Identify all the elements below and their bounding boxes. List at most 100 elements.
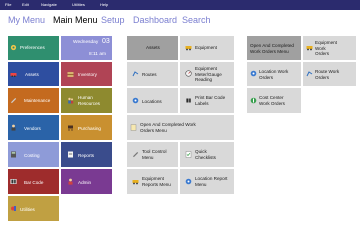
- cost-center-icon: [250, 97, 257, 104]
- cart-icon: [68, 125, 73, 131]
- barcode-icon: [10, 179, 17, 184]
- tile-label: Work: [315, 45, 326, 51]
- tile-label: Menu: [142, 154, 154, 160]
- menu-bar: File Edit Navigate Utilities Help: [0, 0, 360, 10]
- tile-routes[interactable]: Routes: [127, 62, 178, 86]
- tile-label: Print Bar Code: [195, 95, 226, 100]
- menu-file[interactable]: File: [5, 2, 11, 7]
- tab-setup[interactable]: Setup: [101, 15, 125, 26]
- tile-location-report[interactable]: Location Report Menu: [180, 169, 234, 194]
- location-icon: [185, 178, 192, 185]
- tile-locations[interactable]: Locations: [127, 88, 178, 113]
- tab-my-menu[interactable]: My Menu: [8, 15, 45, 26]
- tile-equipment[interactable]: Equipment: [180, 36, 234, 60]
- tile-label: Work Orders Menu: [250, 48, 289, 54]
- tile-inventory[interactable]: Inventory: [61, 62, 112, 86]
- tile-label: Orders: [315, 74, 330, 80]
- vendors-icon: [11, 124, 16, 131]
- tile-label: Admin: [78, 180, 92, 185]
- tile-date-time: Wednesday 03 8:11 am: [61, 36, 112, 60]
- tile-label: Equipment: [315, 40, 337, 45]
- tile-label: Menu: [195, 181, 207, 187]
- tile-label: Maintenance: [24, 98, 51, 103]
- menu-utilities[interactable]: Utilities: [72, 2, 85, 7]
- equipment-icon: [185, 46, 192, 51]
- tile-label: Purchasing: [78, 126, 101, 131]
- tile-label: Assets: [25, 72, 39, 77]
- utilities-icon: [11, 206, 16, 211]
- tile-label: Quick: [195, 149, 207, 154]
- tile-reports[interactable]: Reports: [61, 142, 112, 167]
- tab-dashboard[interactable]: Dashboard: [133, 15, 177, 26]
- tile-human-resources[interactable]: Human Resources: [61, 88, 112, 113]
- tile-vendors[interactable]: Vendors: [8, 115, 59, 140]
- equipment-icon: [306, 46, 313, 51]
- tile-label: Utilities: [20, 207, 35, 212]
- checklist-icon: [185, 151, 192, 158]
- tile-label: Locations: [142, 99, 162, 104]
- tile-preferences[interactable]: Preferences: [8, 36, 59, 60]
- tile-label: Reports Menu: [142, 181, 171, 187]
- menu-navigate[interactable]: Navigate: [41, 2, 57, 7]
- date-day: Wednesday: [73, 40, 99, 45]
- tile-assets[interactable]: Assets: [8, 62, 59, 86]
- tile-assets-menu[interactable]: Assets: [127, 36, 178, 60]
- tile-cost-center-work-orders[interactable]: Cost Center Work Orders: [247, 88, 301, 113]
- tile-label: Location Report: [195, 176, 228, 181]
- tile-label: Meter/Gauge: [195, 71, 222, 77]
- tile-label: Orders: [315, 51, 330, 56]
- tile-costing[interactable]: Costing: [8, 142, 59, 167]
- tile-label: Tool Control: [142, 149, 167, 154]
- admin-icon: [68, 178, 73, 185]
- barcode-icon: [186, 98, 191, 103]
- tile-label: Location Work: [259, 69, 289, 74]
- tile-utilities[interactable]: Utilities: [8, 196, 59, 221]
- tile-label: Cost Center: [259, 95, 284, 100]
- tile-label: Open And Completed Work: [140, 122, 196, 127]
- people-icon: [68, 97, 74, 104]
- tile-label: Checklists: [195, 154, 216, 160]
- tile-label: Labels: [195, 100, 209, 106]
- tile-label: Orders: [259, 74, 274, 80]
- tile-label: Work Orders: [259, 100, 285, 106]
- tile-purchasing[interactable]: Purchasing: [61, 115, 112, 140]
- location-icon: [132, 97, 139, 104]
- current-time: 8:11 am: [89, 52, 106, 57]
- tile-location-work-orders[interactable]: Location Work Orders: [247, 62, 301, 86]
- tile-bar-code[interactable]: Bar Code: [8, 169, 59, 194]
- tile-maintenance[interactable]: Maintenance: [8, 88, 59, 113]
- location-icon: [250, 70, 257, 77]
- gear-icon: [10, 44, 17, 51]
- tile-equipment-meter[interactable]: Equipment Meter/Gauge Reading: [180, 62, 234, 86]
- route-icon: [132, 71, 139, 77]
- tile-equipment-work-orders[interactable]: Equipment Work Orders: [303, 36, 356, 60]
- tile-label: Bar Code: [24, 180, 44, 185]
- tile-open-completed-work-orders[interactable]: Open And Completed Work Orders Menu: [127, 115, 234, 140]
- equipment-icon: [132, 180, 139, 185]
- tile-label: Resources: [78, 100, 100, 106]
- tab-main-menu[interactable]: Main Menu: [53, 15, 98, 26]
- menu-help[interactable]: Help: [100, 2, 108, 7]
- tile-label: Assets: [146, 45, 160, 50]
- tile-label: Equipment: [195, 66, 217, 71]
- tile-tool-control[interactable]: Tool Control Menu: [127, 142, 178, 167]
- route-icon: [306, 71, 313, 77]
- date-number: 03: [102, 38, 110, 45]
- assets-icon: [10, 73, 17, 77]
- tile-equipment-reports[interactable]: Equipment Reports Menu: [127, 169, 178, 194]
- work-order-icon: [130, 124, 137, 131]
- report-icon: [68, 151, 73, 158]
- tile-label: Costing: [24, 153, 40, 158]
- tab-search[interactable]: Search: [182, 15, 211, 26]
- tile-label: Routes: [142, 72, 157, 77]
- tile-admin[interactable]: Admin: [61, 169, 112, 194]
- menu-edit[interactable]: Edit: [22, 2, 29, 7]
- tile-label: Preferences: [20, 45, 45, 50]
- tile-open-completed-menu[interactable]: Open And Completed Work Orders Menu: [247, 36, 301, 60]
- tile-quick-checklists[interactable]: Quick Checklists: [180, 142, 234, 167]
- tile-label: Inventory: [78, 72, 97, 77]
- tile-print-bar-code-labels[interactable]: Print Bar Code Labels: [180, 88, 234, 113]
- tool-icon: [133, 152, 139, 158]
- tile-route-work-orders[interactable]: Route Work Orders: [303, 62, 356, 86]
- tile-label: Open And Completed: [250, 43, 294, 48]
